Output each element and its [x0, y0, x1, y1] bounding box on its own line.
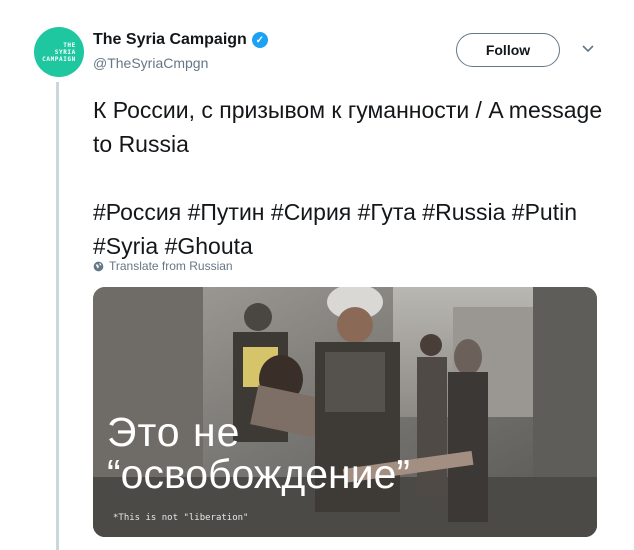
author-name[interactable]: The Syria Campaign ✓: [93, 31, 268, 49]
media-caption: *This is not "liberation": [113, 513, 249, 523]
translate-link[interactable]: Translate from Russian: [93, 259, 233, 273]
follow-button[interactable]: Follow: [456, 33, 560, 67]
tweet-text: К России, с призывом к гуманности / A me…: [93, 93, 613, 263]
chevron-down-icon[interactable]: [578, 38, 598, 58]
media-overlay-line2: “освобождение”: [107, 451, 411, 497]
author-name-text: The Syria Campaign: [93, 31, 247, 48]
avatar-logo-text: THE SYRIA CAMPAIGN: [42, 41, 76, 63]
author-handle[interactable]: @TheSyriaCmpgn: [93, 55, 208, 71]
tweet-text-line: К России, с призывом к гуманности / A me…: [93, 97, 603, 157]
tweet-hashtags[interactable]: #Россия #Путин #Сирия #Гута #Russia #Put…: [93, 195, 613, 263]
translate-label: Translate from Russian: [109, 259, 233, 273]
avatar[interactable]: THE SYRIA CAMPAIGN: [34, 27, 84, 77]
thread-line: [56, 82, 59, 550]
tweet-media[interactable]: Это не “освобождение” *This is not "libe…: [93, 287, 597, 537]
media-overlay-line1: Это не: [107, 409, 241, 455]
verified-badge-icon: ✓: [251, 32, 268, 48]
globe-icon: [93, 261, 104, 271]
